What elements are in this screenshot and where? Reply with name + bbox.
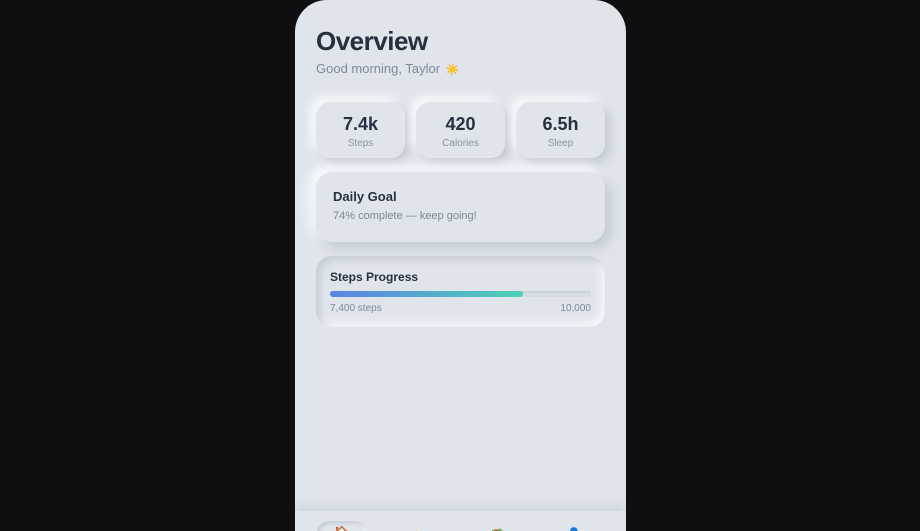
greeting: Good morning, Taylor ☀️: [316, 61, 459, 76]
progress-fill: [330, 291, 524, 297]
greeting-text: Good morning, Taylor: [316, 61, 441, 76]
stat-label: Steps: [347, 138, 374, 149]
stat-label: Sleep: [547, 138, 574, 149]
daily-goal-subtitle: 74% complete — keep going!: [333, 210, 477, 222]
phone-screen: Overview Good morning, Taylor ☀️ 7.4k St…: [295, 0, 626, 531]
stat-label: Calories: [442, 138, 479, 149]
nav-nutrition[interactable]: 🥗: [473, 521, 523, 531]
bottom-nav: 🏠 ⚡ 🥗 👤: [295, 511, 626, 531]
page-title: Overview: [316, 26, 428, 56]
home-icon: 🏠: [334, 525, 350, 531]
nav-profile[interactable]: 👤: [549, 521, 599, 531]
stat-card-steps[interactable]: 7.4k Steps: [316, 102, 405, 158]
sun-icon: ☀️: [445, 64, 460, 76]
stat-value: 7.4k: [342, 114, 379, 134]
stat-value: 6.5h: [542, 114, 579, 134]
stat-card-calories[interactable]: 420 Calories: [416, 102, 505, 158]
progress-track: [330, 291, 591, 297]
daily-goal-card[interactable]: Daily Goal 74% complete — keep going!: [316, 172, 605, 242]
progress-current-label: 7,400 steps: [330, 303, 382, 314]
progress-target-label: 10,000: [560, 303, 591, 314]
nav-activity[interactable]: ⚡: [390, 521, 440, 531]
stat-card-sleep[interactable]: 6.5h Sleep: [516, 102, 605, 158]
stat-value: 420: [445, 114, 476, 134]
daily-goal-title: Daily Goal: [333, 189, 397, 204]
steps-progress-card: Steps Progress 7,400 steps 10,000: [316, 256, 605, 327]
steps-progress-title: Steps Progress: [330, 270, 419, 284]
nav-home[interactable]: 🏠: [317, 521, 367, 531]
